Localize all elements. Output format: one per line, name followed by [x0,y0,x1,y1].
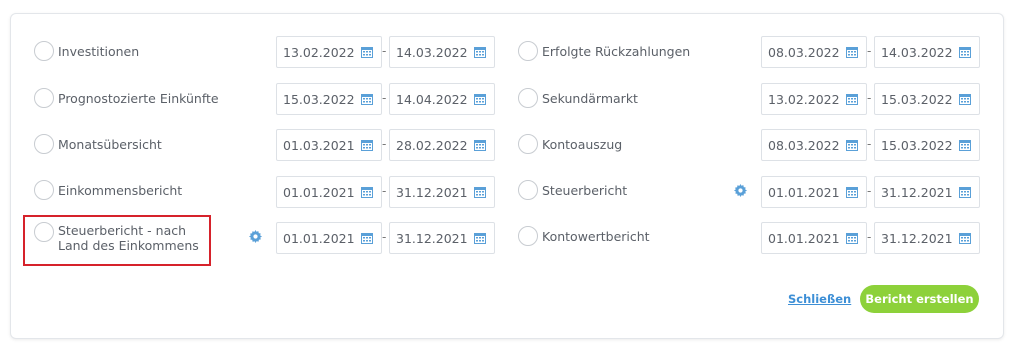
create-report-button[interactable]: Bericht erstellen [860,285,979,313]
date-separator: - [867,137,872,151]
date-separator: - [382,91,387,105]
date-separator: - [867,184,872,198]
date-from-kontowertbericht[interactable]: 01.01.2021 [761,222,867,254]
date-from-einkommensbericht[interactable]: 01.01.2021 [276,176,382,208]
date-to-sekundaermarkt[interactable]: 15.03.2022 [874,83,980,115]
radio-einkommensbericht[interactable] [34,180,54,200]
calendar-icon[interactable] [959,139,971,151]
calendar-icon[interactable] [846,139,858,151]
calendar-icon[interactable] [474,186,486,198]
calendar-icon[interactable] [846,186,858,198]
date-from-prognostozierte-einkuenfte[interactable]: 15.03.2022 [276,83,382,115]
date-to-erfolgte-rueckzahlungen[interactable]: 14.03.2022 [874,36,980,68]
date-to-steuerbericht[interactable]: 31.12.2021 [874,176,980,208]
date-separator: - [382,230,387,244]
date-to-investitionen[interactable]: 14.03.2022 [389,36,495,68]
label-investitionen: Investitionen [58,44,140,59]
calendar-icon[interactable] [846,93,858,105]
gear-icon[interactable] [734,184,747,197]
calendar-icon[interactable] [474,46,486,58]
date-from-monatsuebersicht[interactable]: 01.03.2021 [276,129,382,161]
highlight-box [23,215,211,266]
radio-kontowertbericht[interactable] [518,226,538,246]
date-separator: - [867,230,872,244]
date-separator: - [382,184,387,198]
label-monatsuebersicht: Monatsübersicht [58,137,162,152]
date-separator: - [867,91,872,105]
radio-prognostozierte-einkuenfte[interactable] [34,88,54,108]
gear-icon[interactable] [249,230,262,243]
calendar-icon[interactable] [959,232,971,244]
date-from-erfolgte-rueckzahlungen[interactable]: 08.03.2022 [761,36,867,68]
calendar-icon[interactable] [474,232,486,244]
calendar-icon[interactable] [361,93,373,105]
close-link[interactable]: Schließen [788,292,851,306]
calendar-icon[interactable] [361,232,373,244]
date-to-kontoauszug[interactable]: 15.03.2022 [874,129,980,161]
date-to-monatsuebersicht[interactable]: 28.02.2022 [389,129,495,161]
radio-monatsuebersicht[interactable] [34,134,54,154]
radio-kontoauszug[interactable] [518,134,538,154]
date-separator: - [867,44,872,58]
label-kontowertbericht: Kontowertbericht [542,229,650,244]
radio-sekundaermarkt[interactable] [518,88,538,108]
radio-erfolgte-rueckzahlungen[interactable] [518,41,538,61]
label-sekundaermarkt: Sekundärmarkt [542,91,638,106]
calendar-icon[interactable] [361,46,373,58]
label-kontoauszug: Kontoauszug [542,137,623,152]
calendar-icon[interactable] [959,186,971,198]
label-prognostozierte-einkuenfte: Prognostozierte Einkünfte [58,91,219,106]
date-from-kontoauszug[interactable]: 08.03.2022 [761,129,867,161]
date-to-steuerbericht-nach-land[interactable]: 31.12.2021 [389,222,495,254]
label-steuerbericht: Steuerbericht [542,183,628,198]
calendar-icon[interactable] [474,139,486,151]
radio-investitionen[interactable] [34,41,54,61]
date-from-steuerbericht[interactable]: 01.01.2021 [761,176,867,208]
calendar-icon[interactable] [959,93,971,105]
calendar-icon[interactable] [959,46,971,58]
date-separator: - [382,44,387,58]
calendar-icon[interactable] [474,93,486,105]
date-from-steuerbericht-nach-land[interactable]: 01.01.2021 [276,222,382,254]
date-to-einkommensbericht[interactable]: 31.12.2021 [389,176,495,208]
date-to-kontowertbericht[interactable]: 31.12.2021 [874,222,980,254]
calendar-icon[interactable] [361,139,373,151]
date-from-investitionen[interactable]: 13.02.2022 [276,36,382,68]
label-erfolgte-rueckzahlungen: Erfolgte Rückzahlungen [542,44,691,59]
date-to-prognostozierte-einkuenfte[interactable]: 14.04.2022 [389,83,495,115]
radio-steuerbericht[interactable] [518,180,538,200]
calendar-icon[interactable] [846,232,858,244]
calendar-icon[interactable] [846,46,858,58]
date-from-sekundaermarkt[interactable]: 13.02.2022 [761,83,867,115]
date-separator: - [382,137,387,151]
label-einkommensbericht: Einkommensbericht [58,183,183,198]
calendar-icon[interactable] [361,186,373,198]
